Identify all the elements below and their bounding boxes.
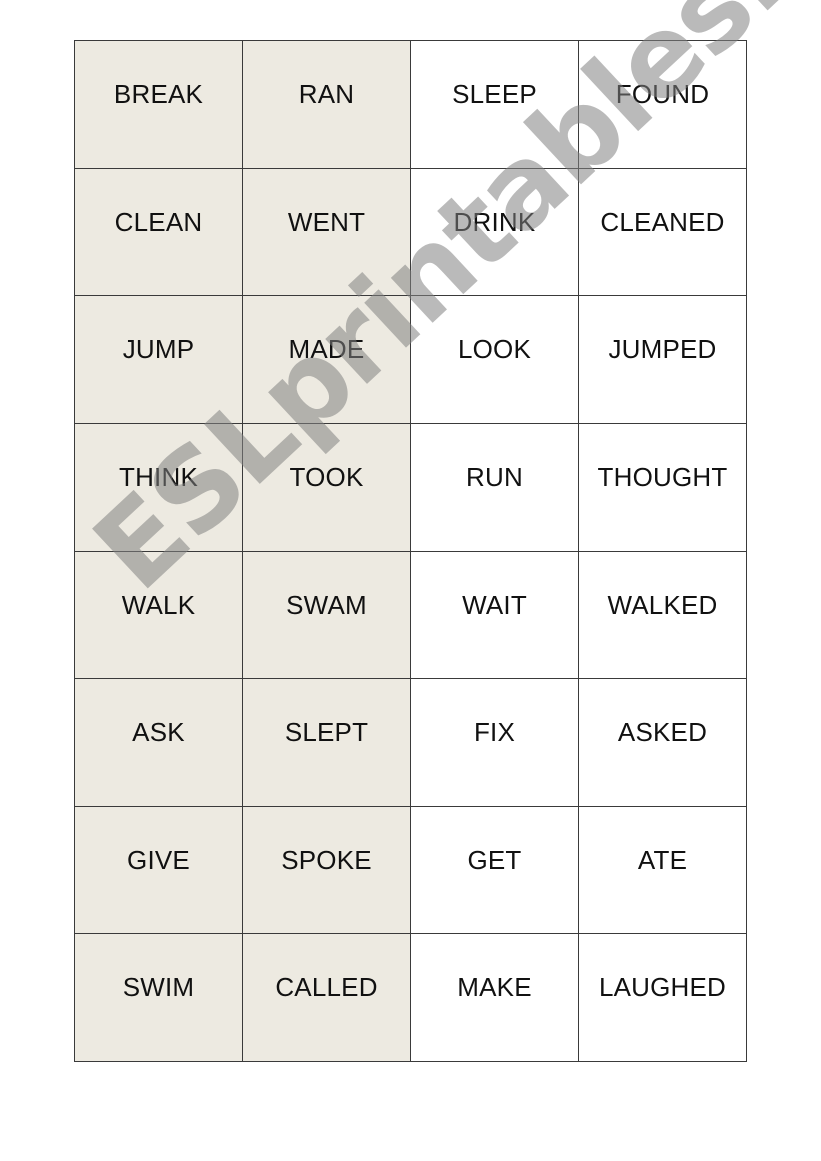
word-card: WALKED <box>579 551 747 680</box>
word-card: ATE <box>579 806 747 935</box>
word-card: CLEAN <box>75 168 243 297</box>
word-card: SWIM <box>75 934 243 1062</box>
word-card: DRINK <box>411 168 579 297</box>
word-card: TOOK <box>243 423 411 552</box>
word-card: LAUGHED <box>579 934 747 1062</box>
word-card: BREAK <box>75 41 243 169</box>
word-card: SPOKE <box>243 806 411 935</box>
word-card: CALLED <box>243 934 411 1062</box>
word-card: WAIT <box>411 551 579 680</box>
word-card: WALK <box>75 551 243 680</box>
word-card: FOUND <box>579 41 747 169</box>
word-card: FIX <box>411 679 579 807</box>
word-card: SLEPT <box>243 679 411 807</box>
word-card: MADE <box>243 296 411 424</box>
word-card: WENT <box>243 168 411 297</box>
word-card: CLEANED <box>579 168 747 297</box>
word-card: JUMPED <box>579 296 747 424</box>
word-card: THINK <box>75 423 243 552</box>
word-card: LOOK <box>411 296 579 424</box>
word-card: ASKED <box>579 679 747 807</box>
word-card: ASK <box>75 679 243 807</box>
word-card: RUN <box>411 423 579 552</box>
word-card: MAKE <box>411 934 579 1062</box>
word-card: GET <box>411 806 579 935</box>
word-card: GIVE <box>75 806 243 935</box>
word-card: SLEEP <box>411 41 579 169</box>
word-card: JUMP <box>75 296 243 424</box>
word-card: SWAM <box>243 551 411 680</box>
word-card: THOUGHT <box>579 423 747 552</box>
word-card: RAN <box>243 41 411 169</box>
word-card-grid: BREAK RAN SLEEP FOUND CLEAN WENT DRINK CLEANED J… <box>74 40 747 1062</box>
